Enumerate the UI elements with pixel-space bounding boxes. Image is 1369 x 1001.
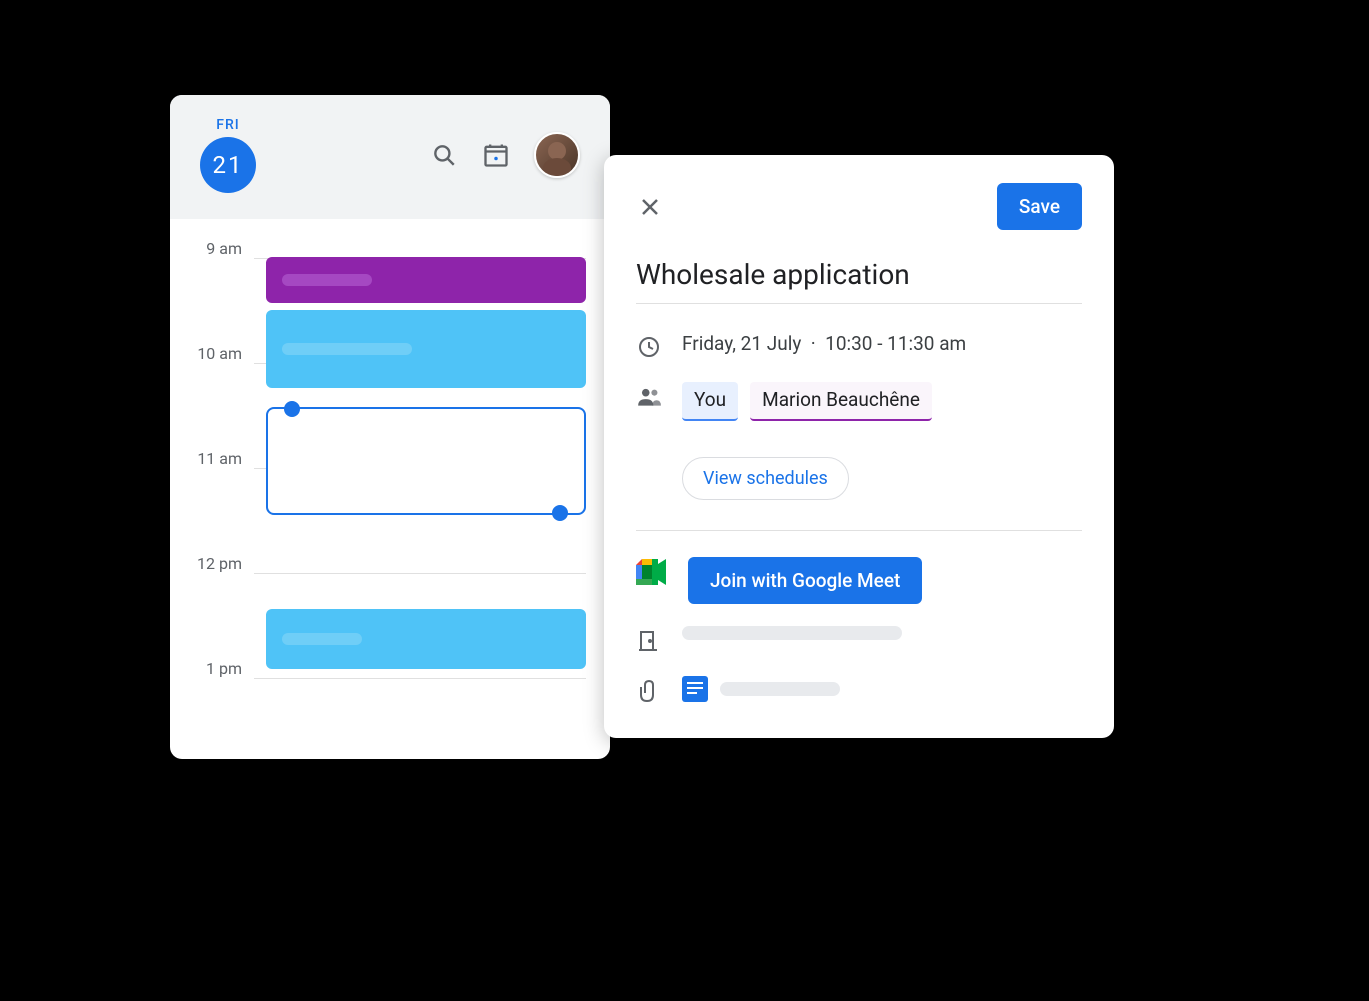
day-of-week-label: FRI [216,117,240,133]
event-title-input[interactable]: Wholesale application [636,258,1082,304]
slot-resize-handle-bottom[interactable] [552,505,568,521]
calendar-grid[interactable]: 9 am 10 am 11 am 12 pm 1 pm [170,219,610,759]
calendar-event-blue[interactable] [266,609,586,669]
attendee-chip-you[interactable]: You [682,382,738,421]
people-icon [636,384,662,410]
event-datetime[interactable]: Friday, 21 July · 10:30 - 11:30 am [682,332,1082,355]
calendar-today-icon[interactable] [482,141,510,169]
attendee-chip-other[interactable]: Marion Beauchêne [750,382,932,421]
user-avatar[interactable] [534,132,580,178]
calendar-day-view: FRI 21 [170,95,610,759]
active-time-slot[interactable] [266,407,586,515]
time-label: 12 pm [194,554,254,573]
attachment-icon [636,678,662,704]
slot-resize-handle-top[interactable] [284,401,300,417]
google-meet-icon [636,559,668,585]
clock-icon [636,334,662,360]
event-detail-panel: Save Wholesale application Friday, 21 Ju… [604,155,1114,738]
search-icon[interactable] [430,141,458,169]
time-label: 10 am [194,344,254,363]
close-icon[interactable] [636,193,664,221]
attendees-list: You Marion Beauchêne [682,382,1082,421]
docs-icon[interactable] [682,676,708,702]
time-label: 1 pm [194,659,254,678]
calendar-event-blue[interactable] [266,310,586,388]
divider [636,530,1082,531]
join-meet-button[interactable]: Join with Google Meet [688,557,922,604]
save-button[interactable]: Save [997,183,1082,230]
time-label: 9 am [194,239,254,258]
calendar-header: FRI 21 [170,95,610,219]
calendar-event-purple[interactable] [266,257,586,303]
view-schedules-button[interactable]: View schedules [682,457,849,500]
location-placeholder[interactable] [682,626,902,640]
time-label: 11 am [194,449,254,468]
attachment-placeholder[interactable] [720,682,840,696]
day-number: 21 [200,137,256,193]
room-icon [636,628,662,654]
date-badge[interactable]: FRI 21 [200,117,256,193]
